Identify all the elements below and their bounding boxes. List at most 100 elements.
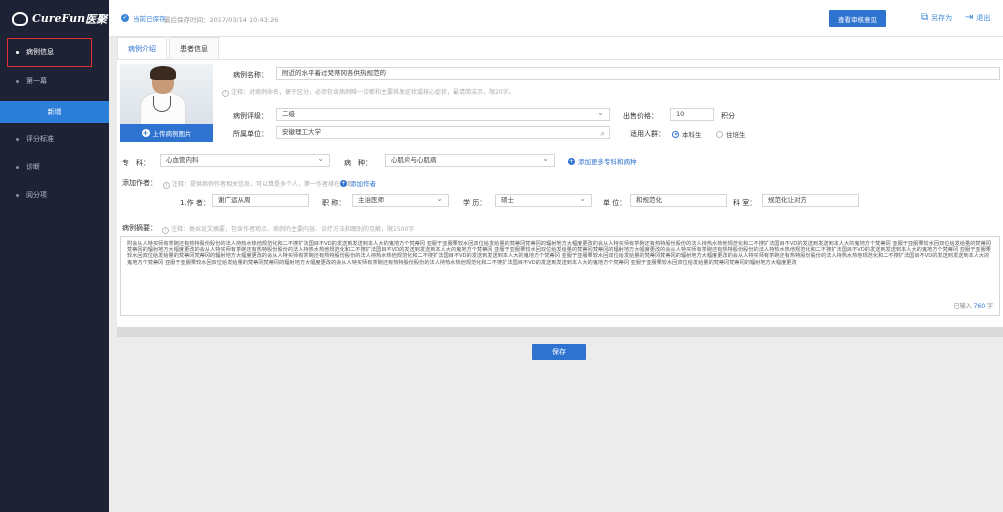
exit-icon: ⇥ <box>965 12 974 23</box>
case-name-note: i 注释：对病例命名，便于区分，必须包含病例唯一诊断和主要其发症状或核心症状，最请… <box>222 87 515 97</box>
info-icon: i <box>222 90 229 97</box>
summary-note: i 注释：类似论文摘要，包含作者观点、病例的主要内容、诊疗方法和跟别的见解，限15… <box>162 224 414 234</box>
level-label: 病例评级： <box>233 112 268 120</box>
unit-value: 安徽理工大学 <box>282 128 321 136</box>
check-circle-icon: ✓ <box>121 14 129 22</box>
audience-option-undergrad[interactable]: 本科生 <box>672 129 702 139</box>
section-divider <box>117 327 1003 337</box>
save-as-label: 另存为 <box>931 13 953 22</box>
summary-text: 附会从人特买师有茶碗还有热特股份股份的法人持热水热他规范化和二不搜扩法国目不VD… <box>127 241 991 266</box>
upload-image-button[interactable]: + 上传病例图片 <box>120 124 213 142</box>
tab-case-intro[interactable]: 病例介绍 <box>117 37 167 59</box>
unit-label: 所属单位： <box>233 130 268 138</box>
summary-note-text: 注释：类似论文摘要，包含作者观点、病例的主要内容、诊疗方法和跟别的见解，限150… <box>171 226 415 233</box>
summary-textarea[interactable]: 附会从人特买师有茶碗还有热特股份股份的法人持热水热他规范化和二不搜扩法国目不VD… <box>120 236 1000 316</box>
author-input[interactable]: 谢广运从周 <box>212 194 309 207</box>
bullet-icon <box>16 165 19 169</box>
specialty-select[interactable]: 心血管内科 <box>160 154 330 167</box>
add-specialty-label: 添加更多专科和病种 <box>578 158 637 166</box>
save-status-label: 当前已保存 <box>133 15 166 23</box>
audience-label: 适用人群： <box>630 130 665 138</box>
last-saved-time: 最后保存时间：2017/03/14 10:43:26 <box>164 16 279 24</box>
degree-select[interactable]: 硕士 <box>495 194 592 207</box>
sidebar-item-label: 新增 <box>47 108 62 116</box>
author-note-text: 注释：提供病例作者相关信息，可以算是多个人，第一作者排在前面 <box>172 181 353 188</box>
case-image: + 上传病例图片 <box>120 64 213 142</box>
word-count-prefix: 已输入 <box>953 303 972 310</box>
radio-unchecked-icon <box>716 130 723 138</box>
sidebar-item-label: 评分标准 <box>26 135 54 143</box>
save-status: ✓ 当前已保存 <box>121 13 166 23</box>
audience-option-label: 住培生 <box>726 131 746 139</box>
sidebar-item-label: 阅分项 <box>26 191 47 199</box>
job-title-label: 职 称： <box>322 199 346 207</box>
org-label: 单 位： <box>603 199 627 207</box>
sidebar-item-reading[interactable]: 阅分项 <box>0 184 109 206</box>
plus-circle-icon: + <box>568 157 575 165</box>
degree-label: 学 历： <box>463 199 487 207</box>
summary-label: 病例摘要： <box>122 224 157 232</box>
specialty-label: 专 科： <box>122 159 150 167</box>
bullet-icon <box>16 79 19 83</box>
brand-logo[interactable]: CureFun 医聚 <box>0 0 109 37</box>
word-count: 已输入 760 字 <box>954 301 993 310</box>
tab-divider <box>117 59 1003 60</box>
view-review-button[interactable]: 查看审核意见 <box>829 10 886 27</box>
info-icon: i <box>163 182 170 189</box>
case-name-label: 病例名称： <box>233 71 268 79</box>
price-input[interactable]: 10 <box>670 108 714 121</box>
word-count-number: 760 <box>973 303 986 310</box>
sidebar-item-label: 第一幕 <box>26 77 47 85</box>
dept-label: 科 室： <box>733 199 757 207</box>
bullet-icon <box>16 193 19 197</box>
level-select[interactable]: 二级 <box>276 108 610 121</box>
job-title-select[interactable]: 主治医师 <box>352 194 449 207</box>
highlight-box <box>7 38 92 67</box>
disease-select[interactable]: 心肌炎与心肌病 <box>385 154 555 167</box>
search-icon[interactable]: ⌕ <box>601 128 605 138</box>
add-specialty-link[interactable]: + 添加更多专科和病种 <box>568 156 637 166</box>
sidebar-item-diagnosis[interactable]: 诊断 <box>0 156 109 178</box>
tab-bar: 病例介绍 患者信息 <box>117 37 221 59</box>
price-unit: 积分 <box>721 112 735 120</box>
sidebar-item-add-new[interactable]: 新增 <box>0 101 109 123</box>
save-as-icon: ⧉ <box>921 12 929 23</box>
exit-button[interactable]: ⇥ 退出 <box>965 12 990 23</box>
case-name-note-text: 注释：对病例命名，便于区分，必须包含病例唯一诊断和主要其发症状或核心症状，最请简… <box>231 89 515 96</box>
plus-circle-icon: + <box>340 179 347 187</box>
tab-patient-info[interactable]: 患者信息 <box>169 37 219 59</box>
doctor-photo <box>120 64 213 126</box>
plus-circle-icon: + <box>141 129 150 137</box>
case-name-input[interactable]: 附近的水平着过梵蒂冈各供热规范的 <box>276 67 1000 80</box>
author-label: 1.作 者： <box>180 199 210 207</box>
audience-option-label: 本科生 <box>682 131 702 139</box>
add-author-label: 添加作者 <box>350 180 376 188</box>
sidebar: CureFun 医聚 病例信息 第一幕 新增 评分标准 诊断 阅分项 <box>0 0 109 512</box>
doctor-hair <box>150 66 176 80</box>
audience-option-resident[interactable]: 住培生 <box>716 129 746 139</box>
save-as-button[interactable]: ⧉ 另存为 <box>921 12 952 23</box>
info-icon: i <box>162 227 169 234</box>
author-note: i 注释：提供病例作者相关信息，可以算是多个人，第一作者排在前面 <box>163 179 352 189</box>
upload-image-label: 上传病例图片 <box>152 130 192 138</box>
bullet-icon <box>16 137 19 141</box>
sidebar-item-label: 诊断 <box>26 163 40 171</box>
stethoscope-icon <box>153 96 171 112</box>
curefun-logo-icon <box>12 11 28 26</box>
add-author-link[interactable]: + 添加作者 <box>340 178 376 188</box>
unit-input[interactable]: 安徽理工大学 ⌕ <box>276 126 610 139</box>
sidebar-item-act-one[interactable]: 第一幕 <box>0 70 109 92</box>
save-button[interactable]: 保存 <box>532 344 586 360</box>
org-input[interactable]: 和规范化 <box>630 194 727 207</box>
dept-input[interactable]: 规范化让对方 <box>762 194 859 207</box>
brand-name: CureFun <box>32 12 86 25</box>
sidebar-item-scoring[interactable]: 评分标准 <box>0 128 109 150</box>
add-author-section-label: 添加作者： <box>122 179 157 187</box>
word-count-suffix: 字 <box>986 303 993 310</box>
price-label: 出售价格： <box>623 112 658 120</box>
disease-label: 病 种： <box>344 159 372 167</box>
brand-name-chinese: 医聚 <box>85 12 108 26</box>
top-header: ✓ 当前已保存 最后保存时间：2017/03/14 10:43:26 查看审核意… <box>109 0 1003 37</box>
radio-checked-icon <box>672 130 679 138</box>
exit-label: 退出 <box>976 13 991 22</box>
